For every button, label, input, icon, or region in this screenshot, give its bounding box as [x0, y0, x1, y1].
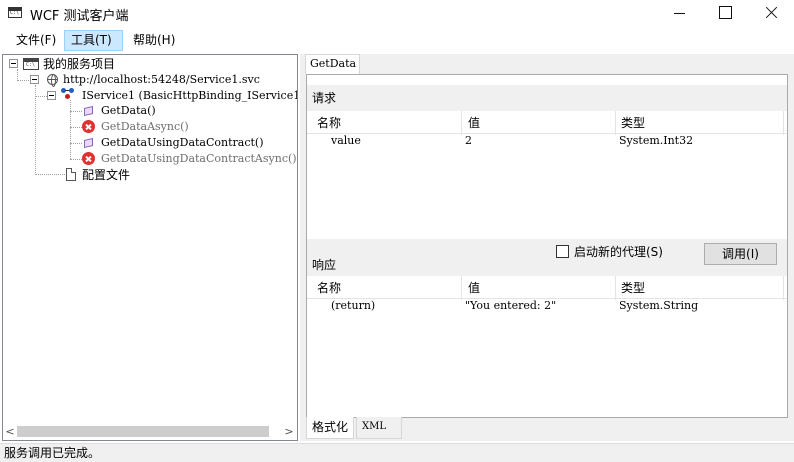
expander-endpoint[interactable] [30, 75, 39, 84]
scrollbar-thumb[interactable] [17, 426, 269, 437]
console-app-icon [8, 7, 22, 18]
column-separator [461, 111, 462, 135]
tree-operation-getdatausingdatacontract[interactable]: GetDataUsingDataContract() [101, 136, 264, 150]
error-icon [82, 120, 95, 133]
response-col-value[interactable]: 值 [468, 279, 480, 296]
tree-connector [35, 85, 36, 175]
operation-icon [83, 137, 94, 148]
tree-connector [70, 159, 82, 160]
operation-icon [83, 105, 94, 116]
tree-root-label[interactable]: 我的服务项目 [43, 57, 115, 71]
invoke-button[interactable]: 调用(I) [704, 243, 777, 265]
expander-root[interactable] [9, 59, 18, 68]
new-proxy-checkbox[interactable] [556, 245, 569, 258]
error-icon [82, 152, 95, 165]
column-separator [461, 276, 462, 300]
column-separator [783, 276, 784, 300]
tree-connector [70, 143, 82, 144]
tree-connector [70, 111, 82, 112]
expander-contract[interactable] [47, 91, 56, 100]
tree-operation-getdataasync[interactable]: GetDataAsync() [101, 120, 189, 134]
tree-service-url[interactable]: http://localhost:54248/Service1.svc [63, 73, 260, 87]
horizontal-scrollbar[interactable]: < > [3, 423, 297, 440]
close-button[interactable] [748, 0, 794, 26]
column-separator [615, 111, 616, 135]
request-param-type: System.Int32 [619, 134, 694, 147]
request-col-value[interactable]: 值 [468, 114, 480, 131]
scroll-left-button[interactable]: < [4, 426, 16, 438]
column-separator [615, 276, 616, 300]
new-proxy-label[interactable]: 启动新的代理(S) [574, 243, 663, 260]
request-param-value[interactable]: 2 [465, 134, 472, 147]
request-col-name[interactable]: 名称 [317, 114, 341, 131]
menu-help[interactable]: 帮助(H) [126, 30, 182, 51]
tab-formatted[interactable]: 格式化 [306, 417, 354, 439]
service-project-icon [23, 58, 39, 70]
tab-getdata[interactable]: GetData [305, 54, 360, 74]
tree-connector [35, 96, 47, 97]
tree-contract[interactable]: IService1 (BasicHttpBinding_IService1) [82, 89, 297, 103]
grid-divider [307, 133, 787, 134]
title-bar: WCF 测试客户端 [0, 0, 794, 26]
window-title: WCF 测试客户端 [30, 9, 129, 24]
request-header: 请求 [307, 85, 787, 111]
column-separator [783, 111, 784, 135]
tree-connector [35, 174, 65, 175]
status-bar: 服务调用已完成。 [0, 443, 794, 462]
operation-panel: GetData 请求 名称 值 类型 value 2 System.Int32 … [305, 54, 794, 441]
globe-icon [47, 74, 58, 87]
tree-operation-getdatausingdatacontractasync[interactable]: GetDataUsingDataContractAsync() [101, 152, 297, 166]
menu-file[interactable]: 文件(F) [9, 30, 63, 51]
maximize-button[interactable] [702, 0, 748, 26]
response-return-name: (return) [331, 299, 376, 312]
menu-tools[interactable]: 工具(T) [64, 30, 123, 51]
scroll-right-button[interactable]: > [283, 426, 295, 438]
response-col-type[interactable]: 类型 [621, 279, 645, 296]
response-return-value: "You entered: 2" [465, 299, 557, 312]
interface-icon [61, 88, 75, 100]
tree-config-file[interactable]: 配置文件 [82, 168, 130, 182]
tab-xml[interactable]: XML [356, 417, 402, 439]
menu-bar: 文件(F) 工具(T) 帮助(H) [0, 28, 794, 52]
response-col-name[interactable]: 名称 [317, 279, 341, 296]
tree-connector [17, 80, 29, 81]
tree-connector [70, 127, 82, 128]
response-return-type: System.String [619, 299, 699, 312]
request-param-name: value [331, 134, 361, 147]
tree-operation-getdata[interactable]: GetData() [101, 104, 156, 118]
request-col-type[interactable]: 类型 [621, 114, 645, 131]
content-frame: 请求 名称 值 类型 value 2 System.Int32 响应 启动新的代… [306, 74, 788, 418]
minimize-button[interactable] [656, 0, 702, 26]
tree-connector [70, 100, 71, 159]
document-icon [66, 168, 76, 181]
service-tree-panel: 我的服务项目 http://localhost:54248/Service1.s… [2, 54, 298, 441]
